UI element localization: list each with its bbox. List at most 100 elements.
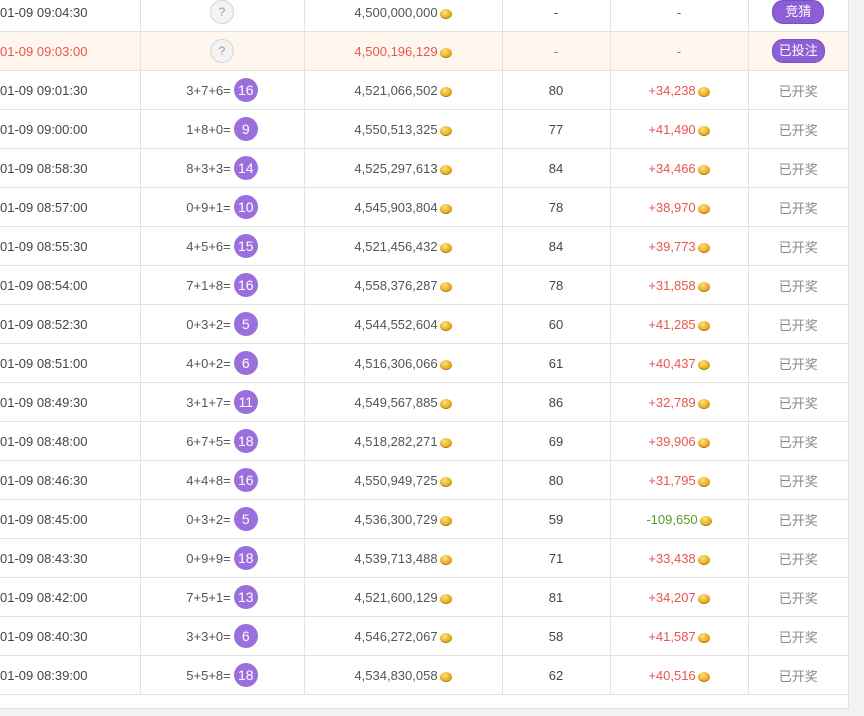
coin-icon (697, 320, 710, 331)
prize-pool: 4,536,300,729 (304, 499, 503, 539)
action-cell: 已投注 (748, 31, 848, 71)
drawn-status: 已开奖 (778, 356, 818, 372)
drawn-status: 已开奖 (778, 239, 818, 255)
winner-count: 61 (502, 343, 611, 383)
period-time-text: 01-09 08:49:30 (0, 394, 88, 410)
coin-icon (697, 437, 710, 448)
coin-icon (697, 632, 710, 643)
profit-value: +31,795 (648, 472, 696, 488)
table-row: 01-09 09:00:00 1+8+0= 9 4,550,513,325 77 +41,… (0, 109, 848, 149)
profit-value: +34,207 (648, 589, 696, 605)
period-time: 01-09 08:51:00 (0, 343, 141, 383)
action-cell: 已开奖 (748, 109, 848, 149)
bet-button[interactable]: 竞猜 (772, 0, 825, 24)
table-row: 01-09 08:39:00 5+5+8= 18 4,534,830,058 62 +40… (0, 655, 848, 695)
profit: +34,207 (610, 577, 749, 617)
coin-icon (439, 359, 452, 370)
action-cell: 已开奖 (748, 577, 848, 617)
prize-pool-value: 4,550,513,325 (354, 121, 438, 137)
period-time-text: 01-09 08:40:30 (0, 628, 88, 644)
coin-icon (439, 320, 452, 331)
profit-value: +39,773 (648, 238, 696, 254)
draw-result: ? (140, 0, 305, 32)
profit: -109,650 (610, 499, 749, 539)
draw-expression: 7+1+8= (186, 277, 231, 293)
action-cell: 已开奖 (748, 148, 848, 188)
period-time: 01-09 08:54:00 (0, 265, 141, 305)
profit: +38,970 (610, 187, 749, 227)
profit: - (610, 31, 749, 71)
prize-pool: 4,534,830,058 (304, 655, 503, 695)
prize-pool: 4,518,282,271 (304, 421, 503, 461)
period-time: 01-09 09:04:30 (0, 0, 141, 32)
profit-value: +38,970 (648, 199, 696, 215)
period-time: 01-09 09:01:30 (0, 70, 141, 110)
profit-value: - (676, 43, 682, 59)
coin-icon (439, 47, 452, 58)
action-cell: 已开奖 (748, 70, 848, 110)
table-row: 01-09 08:48:00 6+7+5= 18 4,518,282,271 69 +39… (0, 421, 848, 461)
prize-pool-value: 4,518,282,271 (354, 433, 438, 449)
period-time-text: 01-09 08:51:00 (0, 355, 88, 371)
winner-count-value: 62 (548, 667, 564, 683)
coin-icon (697, 86, 710, 97)
period-time: 01-09 08:42:00 (0, 577, 141, 617)
prize-pool-value: 4,521,456,432 (354, 238, 438, 254)
table-row: 01-09 09:03:00? 4,500,196,129 - - 已投注 (0, 31, 848, 71)
draw-result: 3+7+6= 16 (140, 70, 305, 110)
draw-expression: 4+4+8= (186, 472, 231, 488)
period-time-text: 01-09 08:46:30 (0, 472, 88, 488)
action-cell: 已开奖 (748, 265, 848, 305)
profit: +40,516 (610, 655, 749, 695)
table-row: 01-09 09:01:30 3+7+6= 16 4,521,066,502 80 +34… (0, 70, 848, 110)
profit: +34,238 (610, 70, 749, 110)
bet-history-table: 01-09 09:04:30? 4,500,000,000- - 竞猜 01-09 09… (0, 0, 849, 709)
coin-icon (439, 632, 452, 643)
profit-value: +41,490 (648, 121, 696, 137)
table-row: 01-09 08:43:30 0+9+9= 18 4,539,713,488 71 +33… (0, 538, 848, 578)
coin-icon (697, 281, 710, 292)
prize-pool-value: 4,521,066,502 (354, 82, 438, 98)
prize-pool-value: 4,539,713,488 (354, 550, 438, 566)
action-cell: 竞猜 (748, 0, 848, 32)
drawn-status: 已开奖 (778, 395, 818, 411)
winner-count: 80 (502, 460, 611, 500)
draw-expression: 1+8+0= (186, 121, 231, 137)
draw-result: 7+5+1= 13 (140, 577, 305, 617)
placed-bet-button[interactable]: 已投注 (771, 39, 825, 63)
period-time: 01-09 08:43:30 (0, 538, 141, 578)
winner-count: 86 (502, 382, 611, 422)
action-cell: 已开奖 (748, 460, 848, 500)
coin-icon (697, 593, 710, 604)
winner-count-value: 80 (548, 82, 564, 98)
sum-badge: 14 (233, 156, 258, 180)
period-time: 01-09 09:00:00 (0, 109, 141, 149)
draw-expression: 7+5+1= (186, 589, 231, 605)
table-row: 01-09 08:45:00 0+3+2= 5 4,536,300,729 59 -109… (0, 499, 848, 539)
prize-pool-value: 4,521,600,129 (354, 589, 438, 605)
profit-value: +34,238 (648, 82, 696, 98)
prize-pool-value: 4,558,376,287 (354, 277, 438, 293)
winner-count: 58 (502, 616, 611, 656)
coin-icon (697, 203, 710, 214)
coin-icon (697, 554, 710, 565)
sum-badge: 16 (233, 78, 258, 102)
prize-pool-value: 4,534,830,058 (354, 667, 438, 683)
action-cell: 已开奖 (748, 655, 848, 695)
winner-count-value: 60 (548, 316, 564, 332)
profit-value: +31,858 (648, 277, 696, 293)
profit-value: +33,438 (648, 550, 696, 566)
table-row: 01-09 08:54:00 7+1+8= 16 4,558,376,287 78 +31… (0, 265, 848, 305)
coin-icon (439, 671, 452, 682)
draw-expression: 8+3+3= (186, 160, 231, 176)
winner-count-value: 71 (548, 550, 564, 566)
action-cell: 已开奖 (748, 421, 848, 461)
period-time: 01-09 08:48:00 (0, 421, 141, 461)
action-cell: 已开奖 (748, 499, 848, 539)
period-time-text: 01-09 08:52:30 (0, 316, 88, 332)
draw-expression: 3+7+6= (186, 82, 231, 98)
sum-badge: 15 (233, 234, 258, 258)
coin-icon (439, 86, 452, 97)
period-time: 01-09 08:46:30 (0, 460, 141, 500)
prize-pool-value: 4,500,000,000 (354, 4, 438, 20)
